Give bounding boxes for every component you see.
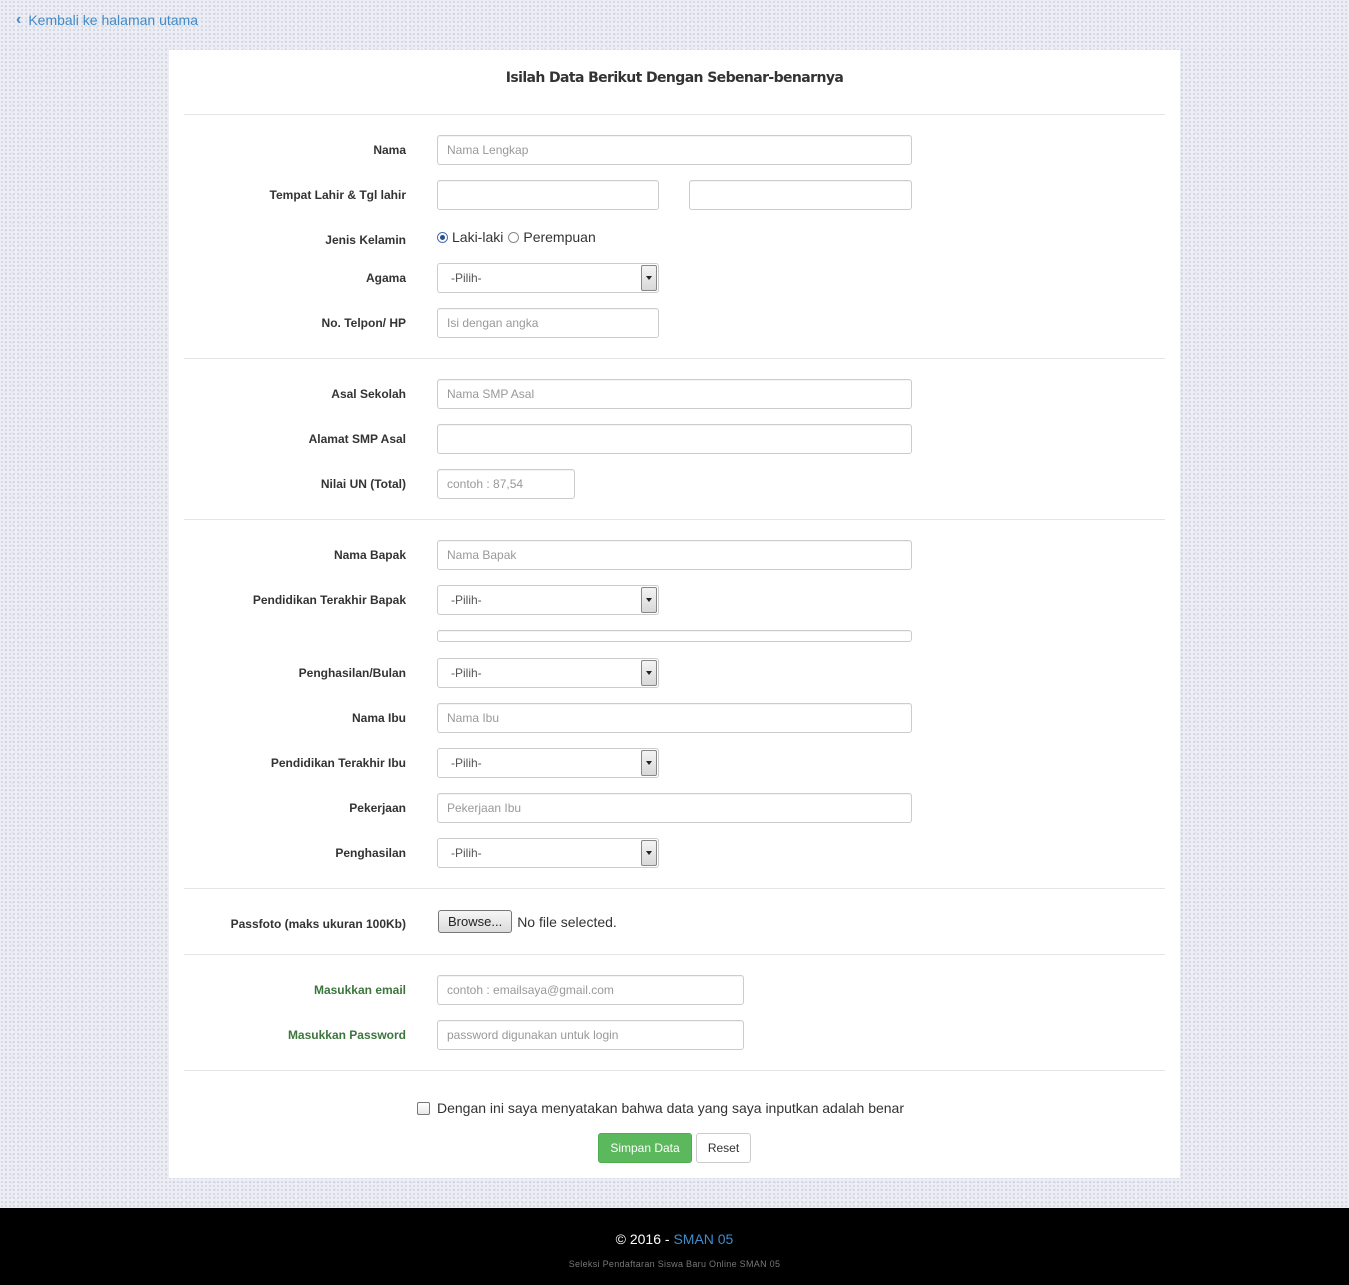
asal-sekolah-input[interactable] — [437, 379, 912, 409]
jenis-kelamin-group: Laki-laki Perempuan — [437, 229, 596, 245]
passfoto-label: Passfoto (maks ukuran 100Kb) — [230, 917, 406, 931]
pekerjaan-bapak-input[interactable] — [437, 630, 912, 642]
browse-button[interactable]: Browse... — [438, 910, 513, 933]
email-input[interactable] — [437, 975, 744, 1005]
alamat-smp-input[interactable] — [437, 424, 912, 454]
passfoto-file-input: Browse... No file selected. — [438, 910, 617, 933]
nama-bapak-label: Nama Bapak — [333, 548, 406, 562]
pendidikan-ibu-value: -Pilih- — [451, 756, 482, 770]
chevron-down-icon — [641, 265, 657, 291]
jenis-kelamin-label: Jenis Kelamin — [325, 233, 406, 247]
ttl-label: Tempat Lahir & Tgl lahir — [269, 188, 406, 202]
divider — [184, 358, 1165, 359]
nama-ibu-input[interactable] — [437, 703, 912, 733]
pekerjaan-input[interactable] — [437, 793, 912, 823]
nama-ibu-label: Nama Ibu — [351, 711, 406, 725]
tanggal-lahir-input[interactable] — [689, 180, 912, 210]
divider — [184, 519, 1165, 520]
simpan-data-button[interactable]: Simpan Data — [598, 1133, 692, 1163]
radio-perempuan-label: Perempuan — [523, 229, 596, 245]
penghasilan-value: -Pilih- — [451, 846, 482, 860]
penghasilan-bulan-value: -Pilih- — [451, 666, 482, 680]
alamat-smp-label: Alamat SMP Asal — [308, 432, 406, 446]
divider — [184, 954, 1165, 955]
penghasilan-bulan-select[interactable]: -Pilih- — [437, 658, 659, 688]
asal-sekolah-label: Asal Sekolah — [331, 387, 406, 401]
pekerjaan-label: Pekerjaan — [349, 801, 406, 815]
copyright-text: © 2016 - — [615, 1231, 674, 1247]
radio-perempuan[interactable] — [508, 231, 520, 243]
divider — [184, 114, 1165, 115]
telpon-input[interactable] — [437, 308, 659, 338]
footer-subtitle: Seleksi Pendaftaran Siswa Baru Online SM… — [568, 1259, 781, 1269]
chevron-down-icon — [641, 660, 657, 686]
nama-bapak-input[interactable] — [437, 540, 912, 570]
radio-laki-laki[interactable] — [437, 231, 448, 243]
pendidikan-ibu-label: Pendidikan Terakhir Ibu — [270, 756, 406, 770]
telpon-label: No. Telpon/ HP — [321, 316, 406, 330]
chevron-down-icon — [641, 750, 657, 776]
password-label: Masukkan Password — [287, 1028, 406, 1042]
penghasilan-select[interactable]: -Pilih- — [437, 838, 659, 868]
reset-button[interactable]: Reset — [696, 1133, 751, 1163]
form-card — [169, 50, 1180, 1178]
penghasilan-bulan-label: Penghasilan/Bulan — [298, 666, 406, 680]
penghasilan-label: Penghasilan — [335, 846, 406, 860]
agreement-label: Dengan ini saya menyatakan bahwa data ya… — [437, 1100, 904, 1116]
password-input[interactable] — [437, 1020, 744, 1050]
footer: © 2016 - SMAN 05 Seleksi Pendaftaran Sis… — [0, 1208, 1349, 1285]
agama-label: Agama — [365, 271, 406, 285]
back-to-home-link[interactable]: ‹ Kembali ke halaman utama — [16, 11, 198, 29]
nama-input[interactable] — [437, 135, 912, 165]
tempat-lahir-input[interactable] — [437, 180, 659, 210]
nilai-un-input[interactable] — [437, 469, 575, 499]
agama-select-value: -Pilih- — [451, 271, 482, 285]
back-link-label: Kembali ke halaman utama — [28, 12, 198, 28]
radio-laki-laki-label: Laki-laki — [452, 229, 504, 245]
chevron-left-icon: ‹ — [16, 11, 22, 28]
footer-brand-link[interactable]: SMAN 05 — [673, 1231, 733, 1247]
pendidikan-ibu-select[interactable]: -Pilih- — [437, 748, 659, 778]
chevron-down-icon — [641, 587, 657, 613]
chevron-down-icon — [641, 840, 657, 866]
agama-select[interactable]: -Pilih- — [437, 263, 659, 293]
form-title: Isilah Data Berikut Dengan Sebenar-benar… — [505, 70, 844, 86]
pendidikan-bapak-select[interactable]: -Pilih- — [437, 585, 659, 615]
footer-copyright: © 2016 - SMAN 05 — [0, 1231, 1349, 1247]
nama-label: Nama — [373, 143, 406, 157]
agreement-checkbox[interactable] — [417, 1101, 430, 1115]
file-status: No file selected. — [517, 913, 617, 930]
divider — [184, 1070, 1165, 1071]
pendidikan-bapak-label: Pendidikan Terakhir Bapak — [252, 593, 406, 607]
nilai-un-label: Nilai UN (Total) — [320, 477, 406, 491]
divider — [184, 888, 1165, 889]
email-label: Masukkan email — [313, 983, 406, 997]
pendidikan-bapak-value: -Pilih- — [451, 593, 482, 607]
agreement-row: Dengan ini saya menyatakan bahwa data ya… — [417, 1099, 904, 1117]
